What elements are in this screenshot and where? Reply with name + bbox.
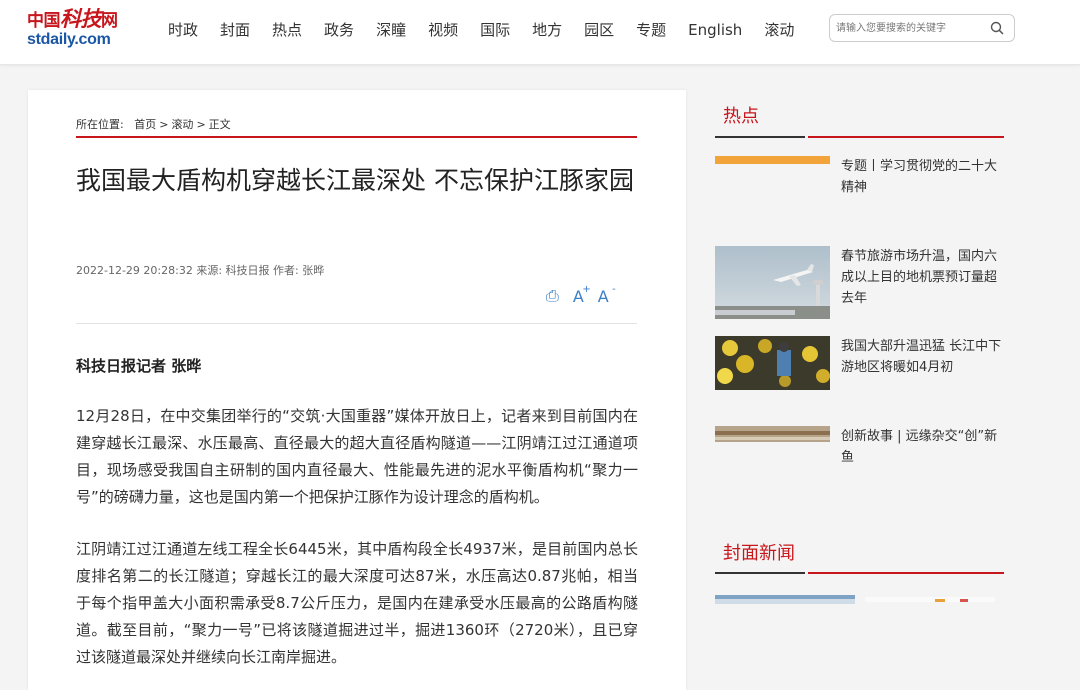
hot-item-text: 春节旅游市场升温，国内六成以上目的地机票预订量超去年 — [841, 249, 998, 306]
hot-item[interactable]: 专题丨学习贯彻党的二十大精神 — [715, 156, 1005, 236]
minus-icon: - — [612, 283, 616, 295]
article-paragraph: 江阴靖江过江通道左线工程全长6445米，其中盾构段全长4937米，是目前国内总长… — [76, 540, 638, 666]
article-meta: 2022-12-29 20:28:32 来源: 科技日报 作者: 张晔 — [76, 264, 325, 277]
cover-news-photo — [715, 595, 855, 604]
nav-item[interactable]: 园区 — [584, 19, 614, 41]
hot-item-text: 创新故事 | 远缘杂交“创”新鱼 — [841, 429, 998, 465]
logo-english: stdaily.com — [27, 31, 111, 48]
nav-item-english[interactable]: English — [688, 19, 742, 41]
plus-icon: + — [582, 283, 591, 295]
nav-item[interactable]: 专题 — [636, 19, 666, 41]
nav-item[interactable]: 政务 — [324, 19, 354, 41]
hot-item-thumbnail — [715, 336, 830, 390]
breadcrumb-separator: > — [159, 118, 169, 131]
winter-flowers-photo — [715, 336, 830, 390]
nav-item[interactable]: 视频 — [428, 19, 458, 41]
site-header: 中国科技网 stdaily.com 时政 封面 热点 政务 深瞳 视频 国际 地… — [0, 0, 1080, 65]
nav-item[interactable]: 滚动 — [764, 19, 794, 41]
breadcrumb: 所在位置: 首页 > 滚动 > 正文 — [76, 116, 231, 132]
cover-news-title: 封面新闻 — [723, 543, 795, 564]
font-smaller-button[interactable]: A- — [597, 284, 616, 306]
logo-text-c: 网 — [101, 11, 118, 31]
hot-item[interactable]: 我国大部升温迅猛 长江中下游地区将暖如4月初 — [715, 336, 1005, 416]
breadcrumb-prefix: 所在位置: — [76, 118, 124, 131]
main-nav: 时政 封面 热点 政务 深瞳 视频 国际 地方 园区 专题 English 滚动 — [168, 19, 816, 41]
breadcrumb-separator: > — [196, 118, 206, 131]
breadcrumb-current: 正文 — [208, 118, 231, 131]
article-tools: ⎙ A + A- — [546, 284, 623, 306]
logo-chinese: 中国科技网 — [27, 6, 127, 31]
cover-news-thumbnail[interactable] — [715, 592, 855, 604]
hot-item[interactable]: 春节旅游市场升温，国内六成以上目的地机票预订量超去年 — [715, 246, 1005, 326]
search-input[interactable] — [836, 19, 981, 37]
hot-section-title: 热点 — [723, 106, 759, 127]
nav-item[interactable]: 时政 — [168, 19, 198, 41]
breadcrumb-scroll[interactable]: 滚动 — [171, 118, 193, 131]
nav-item[interactable]: 地方 — [532, 19, 562, 41]
breadcrumb-rule — [76, 136, 637, 138]
hot-item-text: 我国大部升温迅猛 长江中下游地区将暖如4月初 — [841, 339, 1002, 375]
site-logo[interactable]: 中国科技网 stdaily.com — [27, 6, 127, 53]
font-smaller-icon: A — [597, 286, 609, 306]
section-rule-dark — [715, 572, 805, 574]
search-icon[interactable] — [990, 21, 1004, 35]
nav-item[interactable]: 热点 — [272, 19, 302, 41]
nav-item[interactable]: 深瞳 — [376, 19, 406, 41]
article-paragraph: 12月28日，在中交集团举行的“交筑·大国重器”媒体开放日上，记者来到目前国内在… — [76, 407, 638, 506]
nav-item[interactable]: 封面 — [220, 19, 250, 41]
logo-text-a: 中国 — [27, 11, 61, 31]
airplane-photo — [715, 246, 830, 319]
hot-item-text: 专题丨学习贯彻党的二十大精神 — [841, 159, 998, 195]
meta-divider — [76, 323, 637, 324]
article-title: 我国最大盾构机穿越长江最深处 不忘保护江豚家园 — [76, 166, 634, 195]
article-byline: 科技日报记者 张晔 — [76, 357, 202, 375]
hot-item-thumbnail — [715, 246, 830, 319]
hot-item-thumbnail — [715, 426, 830, 442]
nav-item[interactable]: 国际 — [480, 19, 510, 41]
fish-photo — [715, 426, 830, 442]
section-rule-dark — [715, 136, 805, 138]
logo-text-b: 科技 — [60, 6, 102, 31]
hot-item-thumbnail — [715, 156, 830, 164]
article-panel: 所在位置: 首页 > 滚动 > 正文 我国最大盾构机穿越长江最深处 不忘保护江豚家园 2… — [28, 90, 686, 690]
section-rule-red — [808, 572, 1004, 574]
print-icon[interactable]: ⎙ — [546, 286, 559, 306]
search-box — [829, 14, 1015, 42]
section-rule-red — [808, 136, 1004, 138]
breadcrumb-home[interactable]: 首页 — [134, 118, 156, 131]
cover-news-photo — [865, 597, 995, 602]
cover-news-thumbnail[interactable] — [865, 592, 995, 602]
hot-item[interactable]: 创新故事 | 远缘杂交“创”新鱼 — [715, 426, 1005, 506]
font-larger-button[interactable]: A + — [573, 284, 591, 306]
